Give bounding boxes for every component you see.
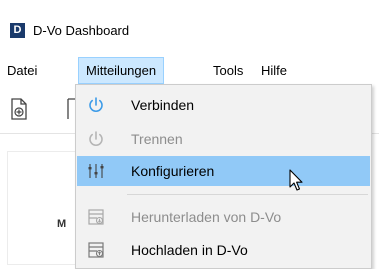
content-label: M — [57, 218, 67, 230]
download-icon — [87, 208, 105, 226]
menu-bar: Datei Mitteilungen Tools Hilfe — [0, 57, 379, 84]
window-title: D-Vo Dashboard — [33, 23, 130, 38]
menu-item-label: Konfigurieren — [131, 163, 215, 179]
menu-item-konfigurieren[interactable]: Konfigurieren — [77, 156, 370, 186]
mouse-cursor-icon — [289, 169, 305, 196]
title-bar: D D-Vo Dashboard — [0, 0, 379, 54]
menu-item-label: Verbinden — [131, 97, 195, 113]
menu-item-verbinden[interactable]: Verbinden — [77, 90, 370, 120]
menu-mitteilungen[interactable]: Mitteilungen — [78, 57, 165, 84]
app-logo-icon: D — [10, 23, 25, 38]
menu-item-trennen[interactable]: Trennen — [77, 124, 370, 154]
mitteilungen-dropdown: Verbinden Trennen Konfigurieren Herunter… — [75, 84, 372, 269]
menu-datei[interactable]: Datei — [0, 57, 44, 84]
menu-item-label: Trennen — [131, 131, 183, 147]
sliders-icon — [87, 162, 105, 180]
menu-tools[interactable]: Tools — [206, 57, 250, 84]
add-document-icon[interactable] — [10, 98, 28, 123]
menu-item-herunterladen[interactable]: Herunterladen von D-Vo — [77, 202, 370, 232]
menu-hilfe[interactable]: Hilfe — [254, 57, 294, 84]
power-icon — [87, 96, 105, 114]
upload-icon — [87, 241, 105, 259]
power-icon — [87, 130, 105, 148]
menu-item-label: Herunterladen von D-Vo — [131, 209, 282, 225]
menu-separator — [127, 194, 368, 195]
menu-item-label: Hochladen in D-Vo — [131, 242, 248, 258]
menu-item-hochladen[interactable]: Hochladen in D-Vo — [77, 235, 370, 265]
